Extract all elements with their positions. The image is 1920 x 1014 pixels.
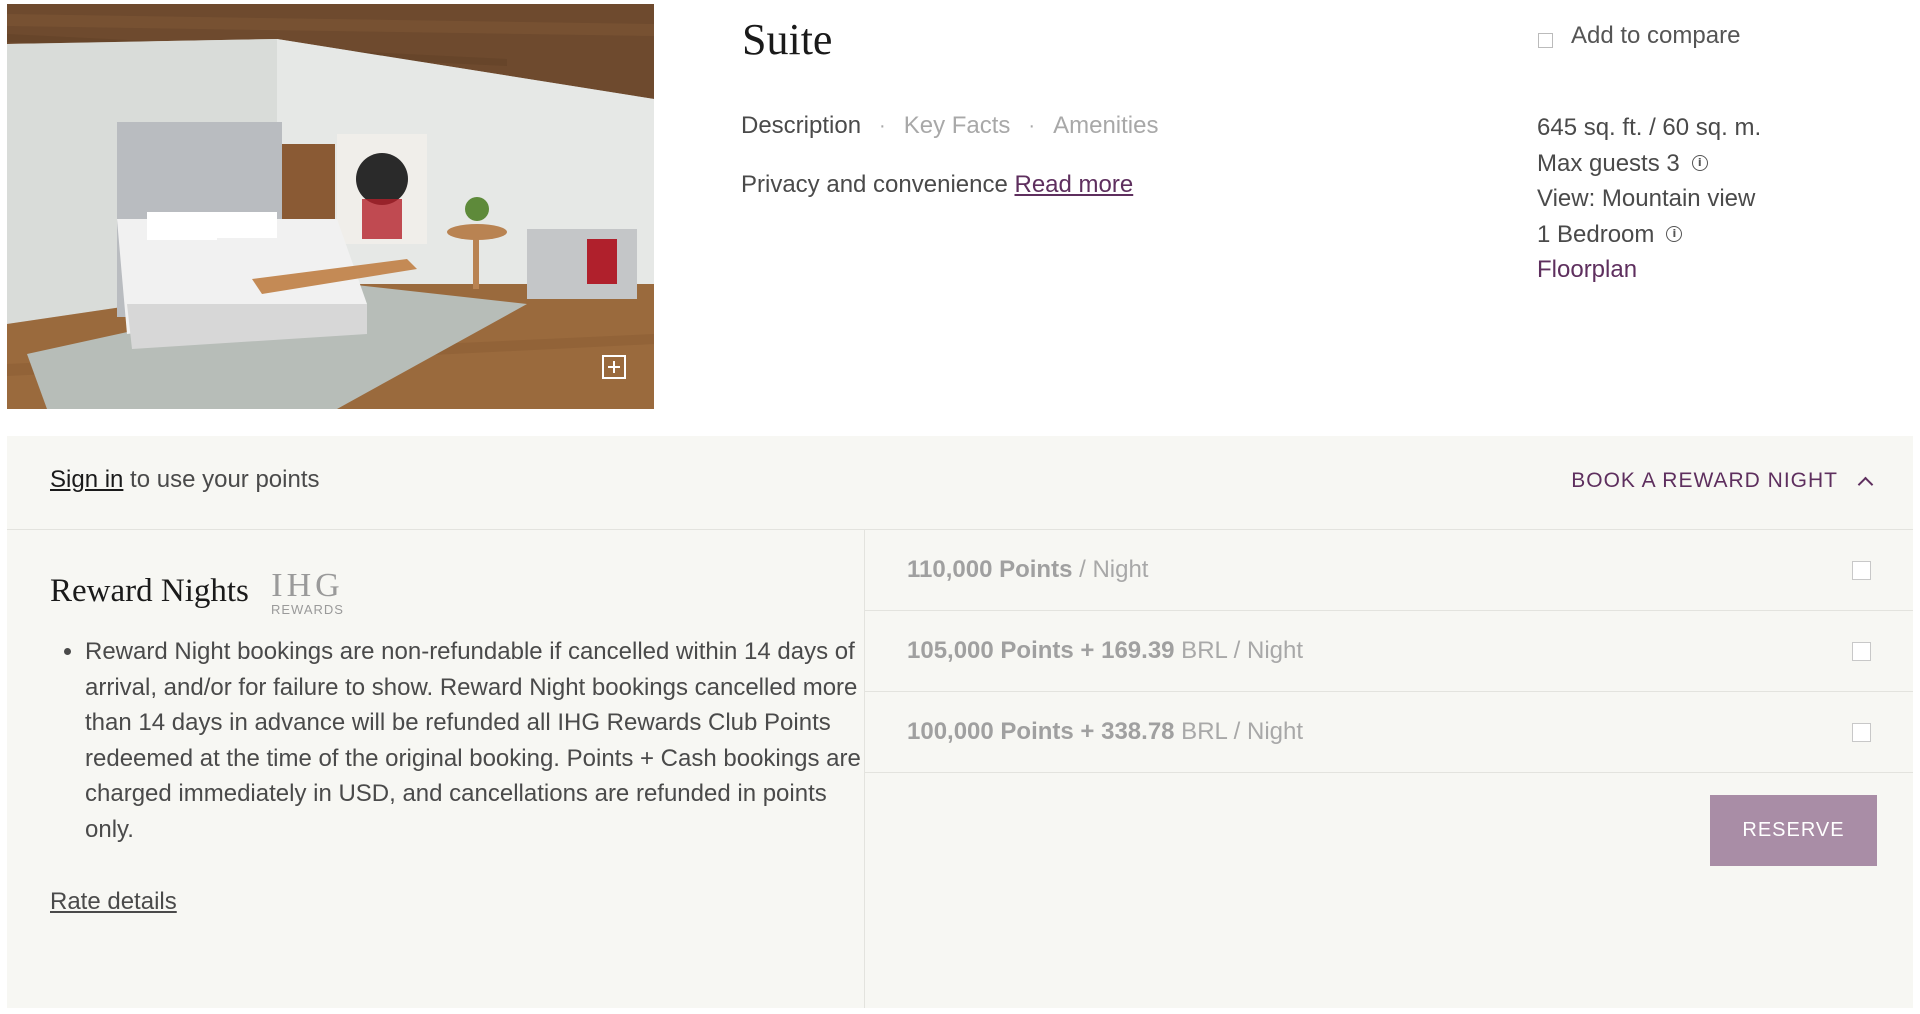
fact-view-text: View: Mountain view: [1537, 185, 1756, 212]
tagline-text: Privacy and convenience: [741, 171, 1008, 198]
fact-size: 645 sq. ft. / 60 sq. m.: [1537, 110, 1761, 146]
signin-text: to use your points: [123, 466, 320, 493]
tab-key-facts[interactable]: Key Facts: [904, 112, 1011, 140]
signin-link[interactable]: Sign in: [50, 466, 123, 493]
fact-floorplan: Floorplan: [1537, 252, 1761, 288]
compare-checkbox[interactable]: [1538, 32, 1553, 48]
reward-option[interactable]: 100,000 Points + 338.78 BRL / Night: [865, 692, 1913, 773]
info-icon[interactable]: i: [1666, 226, 1683, 243]
tab-separator: ·: [879, 114, 886, 137]
book-reward-night-toggle[interactable]: BOOK A REWARD NIGHT: [1571, 469, 1874, 493]
tab-amenities[interactable]: Amenities: [1053, 112, 1158, 140]
tab-description[interactable]: Description: [741, 112, 861, 140]
add-to-compare[interactable]: Add to compare: [1538, 22, 1740, 50]
room-facts: 645 sq. ft. / 60 sq. m. Max guests 3 i V…: [1537, 110, 1761, 288]
fact-bedrooms-text: 1 Bedroom: [1537, 220, 1655, 248]
reward-option[interactable]: 110,000 Points / Night: [865, 530, 1913, 611]
rate-details-link[interactable]: Rate details: [50, 888, 177, 916]
reward-option-unit: BRL / Night: [1174, 637, 1304, 664]
reward-option-unit: / Night: [1072, 556, 1149, 583]
reward-option-label: 105,000 Points + 169.39 BRL / Night: [907, 637, 1303, 665]
reserve-button[interactable]: RESERVE: [1710, 795, 1877, 866]
reward-option[interactable]: 105,000 Points + 169.39 BRL / Night: [865, 611, 1913, 692]
fact-max-guests: Max guests 3 i: [1537, 146, 1761, 182]
reward-option-unit: BRL / Night: [1174, 718, 1304, 745]
expand-icon[interactable]: [602, 355, 626, 379]
fact-bedrooms: 1 Bedroom i: [1537, 217, 1761, 253]
compare-label: Add to compare: [1571, 22, 1741, 49]
room-title: Suite: [742, 15, 833, 64]
fact-view: View: Mountain view: [1537, 181, 1761, 217]
tab-separator: ·: [1028, 114, 1036, 137]
signin-prompt: Sign in to use your points: [50, 466, 320, 494]
room-tabs: Description · Key Facts · Amenities: [741, 112, 1158, 140]
reward-option-points: 110,000 Points: [907, 556, 1073, 583]
chevron-up-icon: [1857, 476, 1874, 492]
reward-option-checkbox[interactable]: [1852, 560, 1871, 580]
reward-option-label: 110,000 Points / Night: [907, 556, 1148, 584]
reward-option-checkbox[interactable]: [1852, 641, 1871, 661]
room-photo[interactable]: [7, 4, 654, 409]
fact-size-text: 645 sq. ft. / 60 sq. m.: [1537, 114, 1762, 141]
reward-panel: Sign in to use your points BOOK A REWARD…: [7, 436, 1913, 1008]
reward-option-label: 100,000 Points + 338.78 BRL / Night: [907, 718, 1303, 746]
reward-policy: Reward Night bookings are non-refundable…: [50, 634, 865, 847]
reward-option-checkbox[interactable]: [1852, 722, 1871, 742]
ihg-rewards-logo: IHG REWARDS: [271, 569, 344, 617]
fact-max-guests-text: Max guests 3: [1537, 149, 1680, 177]
room-photo-illustration: [7, 4, 654, 409]
ihg-logo-text: IHG: [271, 567, 344, 604]
policy-item: Reward Night bookings are non-refundable…: [85, 634, 865, 847]
reward-option-points: 105,000 Points + 169.39: [907, 637, 1175, 664]
reward-option-points: 100,000 Points + 338.78: [907, 718, 1175, 745]
room-tagline: Privacy and convenience Read more: [741, 171, 1133, 199]
book-reward-night-label: BOOK A REWARD NIGHT: [1571, 469, 1838, 492]
read-more-link[interactable]: Read more: [1015, 171, 1134, 198]
ihg-logo-subtext: REWARDS: [271, 602, 344, 617]
info-icon[interactable]: i: [1691, 155, 1708, 172]
floorplan-link[interactable]: Floorplan: [1537, 252, 1637, 288]
reward-nights-title: Reward Nights: [50, 573, 249, 609]
